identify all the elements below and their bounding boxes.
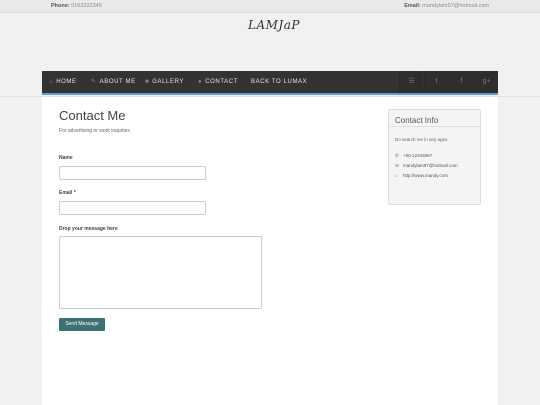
- send-message-button[interactable]: Send Message: [59, 318, 105, 331]
- page-title: Contact Me: [59, 108, 126, 123]
- email-value[interactable]: mandylam97@hotmail.com: [422, 3, 489, 9]
- facebook-icon[interactable]: f: [449, 71, 473, 93]
- phone-value: 0163322345: [71, 3, 102, 9]
- home-icon: ⌂: [395, 173, 398, 178]
- home-icon: ⌂: [49, 79, 54, 85]
- nav-item-home[interactable]: ⌂ HOME: [49, 71, 77, 93]
- phone-label: Phone:: [51, 3, 70, 9]
- name-label: Name: [59, 155, 73, 161]
- main-nav: ⌂ HOME ✎ ABOUT ME ■ GALLERY ● CONTACT BACK T…: [42, 71, 498, 95]
- name-field[interactable]: [59, 166, 206, 180]
- message-textarea[interactable]: [59, 236, 262, 309]
- email-label: Email *: [59, 190, 76, 196]
- email-label: Email:: [404, 3, 421, 9]
- contact-email[interactable]: ✉ mandylam97@hotmail.com: [395, 163, 458, 169]
- rss-icon[interactable]: ☰: [399, 71, 423, 93]
- contact-website[interactable]: ⌂ http://www.mandy.com: [395, 173, 448, 178]
- email-info: Email: mandylam97@hotmail.com: [404, 3, 489, 9]
- contact-info-text: Do search me in any apps.: [395, 137, 449, 142]
- email-field[interactable]: [59, 201, 206, 215]
- pencil-icon: ✎: [91, 79, 97, 85]
- top-bar: Phone: 0163322345 Email: mandylam97@hotm…: [0, 0, 540, 13]
- nav-item-about-me[interactable]: ✎ ABOUT ME: [91, 71, 136, 93]
- message-label: Drop your message here: [59, 226, 118, 232]
- page-subtitle: For advertising or work inquiries: [59, 128, 130, 134]
- folder-icon: ■: [145, 79, 150, 85]
- contact-info-panel: Contact Info Do search me in any apps. ✆…: [388, 109, 481, 205]
- chat-icon: ●: [198, 79, 203, 85]
- twitter-icon[interactable]: t: [424, 71, 448, 93]
- envelope-icon: ✉: [395, 163, 399, 168]
- phone-icon: ✆: [395, 153, 399, 158]
- nav-item-contact[interactable]: ● CONTACT: [198, 71, 238, 93]
- site-logo[interactable]: LAMJaP: [248, 18, 300, 32]
- contact-phone: ✆ +60-12345567: [395, 153, 433, 158]
- google-plus-icon[interactable]: g+: [474, 71, 498, 93]
- contact-info-title: Contact Info: [389, 110, 480, 127]
- main-content: Contact Me For advertising or work inqui…: [42, 97, 498, 405]
- nav-item-back-to-lumax[interactable]: BACK TO LUMAX: [251, 71, 307, 93]
- nav-item-gallery[interactable]: ■ GALLERY: [145, 71, 184, 93]
- phone-info: Phone: 0163322345: [51, 3, 102, 9]
